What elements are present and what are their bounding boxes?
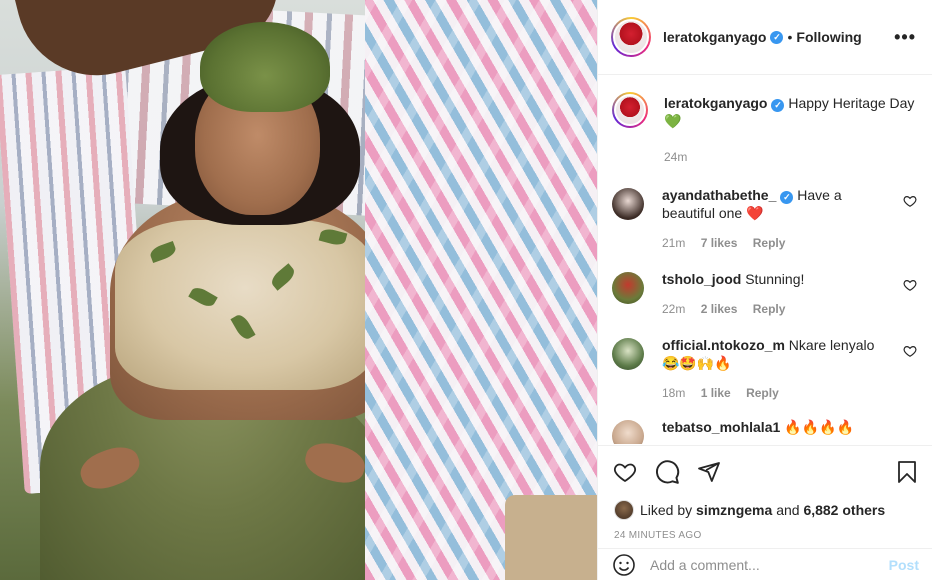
caption-author-username[interactable]: leratokganyago bbox=[664, 95, 767, 111]
photo-patterned-fabric bbox=[365, 0, 597, 580]
more-icon[interactable]: ••• bbox=[894, 27, 916, 48]
post-photo[interactable] bbox=[0, 0, 597, 580]
comment-item: ayandathabethe_ ✓ Have a beautiful one ❤️… bbox=[612, 186, 917, 252]
post-comment-button[interactable]: Post bbox=[889, 557, 919, 573]
comment-heart-icon[interactable] bbox=[903, 278, 917, 292]
comment-text: Nkare lenyalo bbox=[788, 337, 875, 353]
verified-badge-icon: ✓ bbox=[770, 30, 784, 44]
verified-badge-icon: ✓ bbox=[771, 99, 785, 112]
likes-prefix: Liked by bbox=[640, 502, 693, 518]
comment-input[interactable]: Add a comment... bbox=[650, 557, 889, 573]
emoji-icon[interactable] bbox=[612, 553, 636, 577]
heart-icon[interactable] bbox=[612, 460, 638, 484]
photo-headwrap bbox=[200, 22, 330, 112]
liker-avatar[interactable] bbox=[614, 500, 634, 520]
comment-likes[interactable]: 1 like bbox=[701, 386, 731, 400]
comment-item: tsholo_jood Stunning! 22m 2 likes Reply bbox=[612, 270, 917, 318]
liker-username[interactable]: simzngema bbox=[696, 502, 772, 518]
post-side-panel: leratokganyago ✓ • Following ••• leratok… bbox=[597, 0, 932, 580]
commenter-avatar[interactable] bbox=[612, 338, 644, 370]
add-comment-bar: Add a comment... Post bbox=[598, 548, 932, 580]
comment-time[interactable]: 22m bbox=[662, 302, 685, 316]
caption-time[interactable]: 24m bbox=[664, 150, 687, 164]
reply-button[interactable]: Reply bbox=[746, 386, 779, 400]
comment-item: tebatso_mohlala1 🔥🔥🔥🔥 bbox=[612, 418, 917, 444]
action-bar bbox=[598, 446, 932, 498]
comment-time[interactable]: 18m bbox=[662, 386, 685, 400]
comment-icon[interactable] bbox=[654, 459, 680, 485]
share-icon[interactable] bbox=[696, 460, 722, 484]
comment-emoji: 😂🤩🙌🔥 bbox=[662, 355, 732, 371]
author-avatar[interactable] bbox=[611, 17, 651, 57]
comment-heart-icon[interactable] bbox=[903, 194, 917, 208]
commenter-username[interactable]: tsholo_jood bbox=[662, 271, 741, 287]
comment-emoji: 🔥🔥🔥🔥 bbox=[784, 419, 854, 435]
author-username[interactable]: leratokganyago bbox=[663, 29, 766, 45]
commenter-username[interactable]: ayandathabethe_ bbox=[662, 187, 776, 203]
photo-table bbox=[505, 495, 597, 580]
likes-others-count[interactable]: 6,882 others bbox=[803, 502, 885, 518]
caption-text: Happy Heritage Day bbox=[788, 95, 915, 111]
commenter-avatar[interactable] bbox=[612, 188, 644, 220]
comment-heart-icon[interactable] bbox=[903, 344, 917, 358]
comment-item: official.ntokozo_m Nkare lenyalo 😂🤩🙌🔥 18… bbox=[612, 336, 917, 402]
bookmark-icon[interactable] bbox=[895, 459, 919, 485]
comment-time[interactable]: 21m bbox=[662, 236, 685, 250]
verified-badge-icon: ✓ bbox=[780, 191, 794, 204]
commenter-avatar[interactable] bbox=[612, 272, 644, 304]
header-separator: • bbox=[787, 29, 793, 45]
comment-text: Stunning! bbox=[745, 271, 805, 287]
follow-status-button[interactable]: Following bbox=[796, 29, 861, 45]
reply-button[interactable]: Reply bbox=[753, 302, 786, 316]
post-timestamp[interactable]: 24 MINUTES AGO bbox=[598, 522, 932, 541]
comment-emoji: ❤️ bbox=[746, 205, 764, 221]
likes-summary: Liked by simzngema and 6,882 others bbox=[598, 498, 932, 522]
commenter-username[interactable]: tebatso_mohlala1 bbox=[662, 419, 780, 435]
reply-button[interactable]: Reply bbox=[753, 236, 786, 250]
comment-likes[interactable]: 7 likes bbox=[701, 236, 738, 250]
comments-list[interactable]: leratokganyago ✓ Happy Heritage Day 💚 24m… bbox=[598, 76, 932, 444]
commenter-avatar[interactable] bbox=[612, 420, 644, 444]
commenter-username[interactable]: official.ntokozo_m bbox=[662, 337, 785, 353]
photo-lace-bodice bbox=[115, 220, 375, 390]
post-header: leratokganyago ✓ • Following ••• bbox=[598, 0, 932, 75]
likes-connector: and bbox=[776, 502, 800, 518]
comment-likes[interactable]: 2 likes bbox=[701, 302, 738, 316]
post-caption: leratokganyago ✓ Happy Heritage Day 💚 24m bbox=[612, 76, 917, 166]
caption-emoji: 💚 bbox=[664, 113, 682, 129]
caption-author-avatar[interactable] bbox=[612, 92, 648, 128]
post-actions: Liked by simzngema and 6,882 others 24 M… bbox=[598, 445, 932, 541]
